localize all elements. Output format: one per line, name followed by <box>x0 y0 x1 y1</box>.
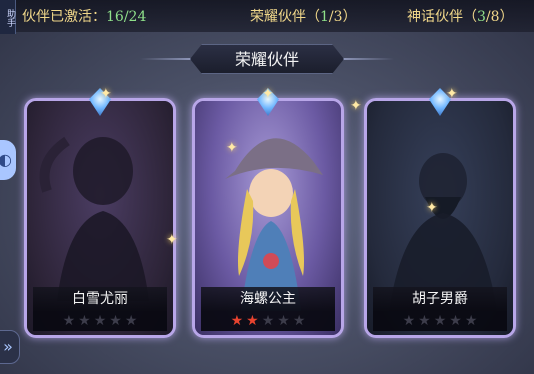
star-icon: ★ <box>62 313 76 329</box>
star-rating: ★ ★ ★ ★ ★ <box>33 311 167 331</box>
myth-partners-stat: 神话伙伴（3/8） <box>407 6 514 26</box>
star-icon: ★ <box>277 313 290 329</box>
glory-total: 3 <box>333 9 343 25</box>
glory-label: 荣耀伙伴 <box>250 9 306 25</box>
star-icon: ★ <box>78 313 91 329</box>
glory-open: （ <box>306 9 320 25</box>
star-icon: ★ <box>124 313 138 329</box>
section-divider-left <box>140 58 190 60</box>
glory-current: 1 <box>320 9 329 25</box>
partner-name: 海螺公主 <box>201 287 335 311</box>
glory-partners-stat: 荣耀伙伴（1/3） <box>250 6 357 26</box>
double-chevron-icon[interactable]: » <box>0 330 20 364</box>
star-icon: ★ <box>109 313 122 329</box>
partner-card-baixue-youli[interactable]: 白雪尤丽 ★ ★ ★ ★ ★ <box>24 88 176 338</box>
glory-close: ） <box>342 9 357 25</box>
star-icon: ★ <box>449 313 462 329</box>
star-icon: ★ <box>464 313 478 329</box>
partner-card-huzi-nanjue[interactable]: 胡子男爵 ★ ★ ★ ★ ★ <box>364 88 516 338</box>
activated-current: 16 <box>106 9 124 25</box>
card-frame: 海螺公主 ★ ★ ★ ★ ★ <box>192 98 344 338</box>
myth-open: （ <box>463 9 477 25</box>
star-icon: ★ <box>93 313 107 329</box>
card-frame: 胡子男爵 ★ ★ ★ ★ ★ <box>364 98 516 338</box>
partner-card-hailuo-gongzhu[interactable]: 海螺公主 ★ ★ ★ ★ ★ <box>192 88 344 338</box>
partner-name: 胡子男爵 <box>373 287 507 311</box>
star-icon: ★ <box>433 313 447 329</box>
myth-total: 8 <box>490 9 500 25</box>
sparkle-icon: ✦ <box>426 200 438 216</box>
star-rating: ★ ★ ★ ★ ★ <box>201 311 335 331</box>
star-icon: ★ <box>292 313 306 329</box>
star-rating: ★ ★ ★ ★ ★ <box>373 311 507 331</box>
star-icon: ★ <box>261 313 275 329</box>
star-icon: ★ <box>246 313 259 329</box>
sparkle-icon: ✦ <box>166 232 178 248</box>
partner-name: 白雪尤丽 <box>33 287 167 311</box>
myth-label: 神话伙伴 <box>407 9 463 25</box>
activated-total: 24 <box>128 9 147 25</box>
sparkle-icon: ✦ <box>226 140 238 156</box>
sparkle-icon: ✦ <box>446 86 458 102</box>
myth-close: ） <box>499 9 514 25</box>
sparkle-icon: ✦ <box>262 86 274 102</box>
sparkle-icon: ✦ <box>350 98 362 114</box>
card-frame: 白雪尤丽 ★ ★ ★ ★ ★ <box>24 98 176 338</box>
assistant-side-tab[interactable]: 助手 <box>0 0 16 34</box>
star-icon: ★ <box>402 313 416 329</box>
chat-icon[interactable]: ◐ <box>0 140 16 180</box>
activated-label: 伙伴已激活： <box>22 9 106 25</box>
section-title: 荣耀伙伴 <box>190 44 344 74</box>
section-divider-right <box>344 58 394 60</box>
myth-current: 3 <box>477 9 486 25</box>
activated-partners-stat: 伙伴已激活：16/24 <box>22 6 146 26</box>
star-icon: ★ <box>230 313 244 329</box>
sparkle-icon: ✦ <box>100 86 112 102</box>
star-icon: ★ <box>418 313 431 329</box>
